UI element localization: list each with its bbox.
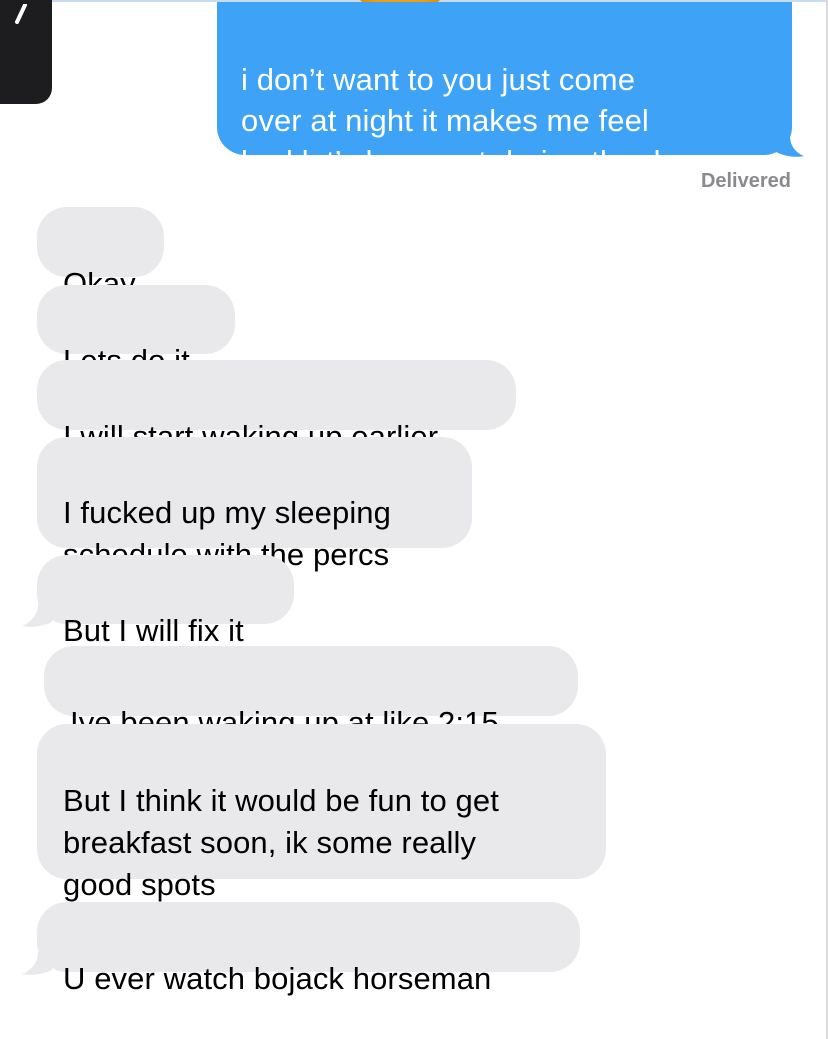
incoming-message-text: But I think it would be fun to get break… <box>63 783 499 902</box>
outgoing-bubble-tail <box>776 136 804 157</box>
chevron-left-icon <box>15 4 27 24</box>
incoming-message-bubble[interactable]: I will start waking up earlier <box>37 360 516 454</box>
delivery-status: Delivered <box>700 170 791 192</box>
incoming-message-bubble[interactable]: U ever watch bojack horseman <box>37 902 580 996</box>
incoming-message-bubble[interactable]: But I think it would be fun to get break… <box>37 724 606 902</box>
incoming-message-bubble[interactable]: I fucked up my sleeping schedule with th… <box>37 437 472 572</box>
incoming-message-bubble[interactable]: Ive been waking up at like 2:15 <box>44 646 578 742</box>
incoming-message-bubble[interactable]: But I will fix it <box>37 555 294 648</box>
outgoing-message-bubble[interactable]: i don’t want to you just come over at ni… <box>217 2 792 179</box>
incoming-message-bubble[interactable]: Lets do it <box>37 285 235 378</box>
messages-screen: i don’t want to you just come over at ni… <box>0 0 828 1039</box>
back-button[interactable] <box>0 0 52 104</box>
outgoing-message-text: i don’t want to you just come over at ni… <box>241 62 694 179</box>
incoming-message-bubble[interactable]: Okay <box>37 207 164 301</box>
incoming-bubble-tail <box>22 952 52 975</box>
incoming-bubble-tail <box>22 604 52 627</box>
incoming-message-text: But I will fix it <box>63 613 244 648</box>
incoming-message-text: U ever watch bojack horseman <box>63 961 492 996</box>
